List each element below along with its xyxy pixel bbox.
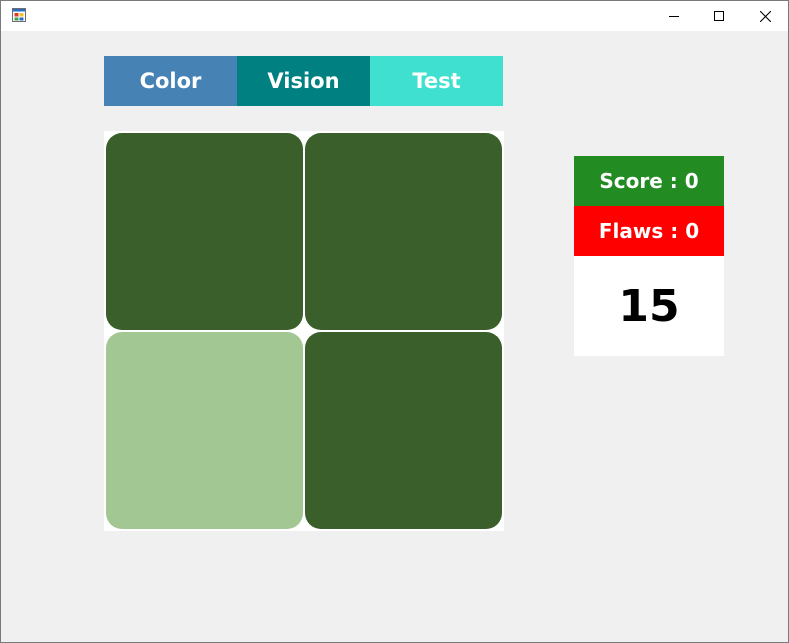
maximize-icon bbox=[714, 11, 724, 21]
tab-test[interactable]: Test bbox=[370, 56, 503, 106]
maximize-button[interactable] bbox=[696, 1, 742, 31]
flaws-label: Flaws : 0 bbox=[574, 206, 724, 256]
score-label: Score : 0 bbox=[574, 156, 724, 206]
app-icon bbox=[12, 8, 26, 22]
tile[interactable] bbox=[106, 332, 303, 529]
title-bar[interactable] bbox=[1, 1, 788, 31]
tile[interactable] bbox=[106, 133, 303, 330]
mode-tabs: Color Vision Test bbox=[104, 56, 503, 106]
tile[interactable] bbox=[305, 133, 502, 330]
minimize-button[interactable] bbox=[651, 1, 697, 31]
timer-label: 15 bbox=[574, 256, 724, 356]
game-board bbox=[104, 131, 504, 531]
tile[interactable] bbox=[305, 332, 502, 529]
tab-vision[interactable]: Vision bbox=[237, 56, 370, 106]
minimize-icon bbox=[669, 16, 679, 17]
close-button[interactable] bbox=[742, 1, 788, 31]
stats-panel: Score : 0 Flaws : 0 15 bbox=[574, 156, 724, 356]
close-icon bbox=[759, 10, 771, 22]
tab-color[interactable]: Color bbox=[104, 56, 237, 106]
game-window: Color Vision Test Score : 0 Flaws : 0 15 bbox=[0, 0, 789, 643]
